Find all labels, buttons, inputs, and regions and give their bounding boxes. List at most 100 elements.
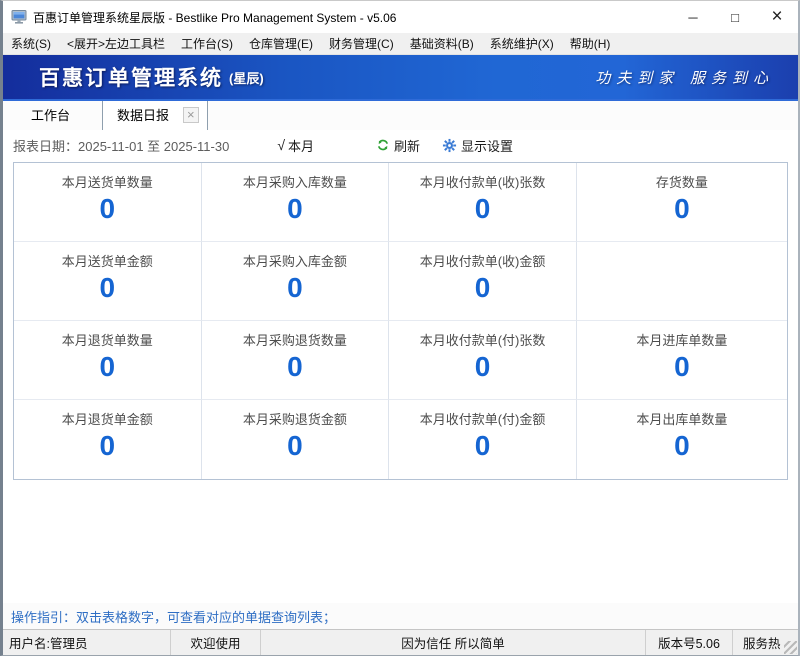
status-version: 版本号5.06 <box>646 630 733 655</box>
stat-label: 本月送货单数量 <box>62 172 153 191</box>
stat-value[interactable]: 0 <box>287 195 303 223</box>
report-date-label: 报表日期： <box>13 139 78 154</box>
tab-data-daily-report-label: 数据日报 <box>117 105 169 124</box>
status-service-label: 服务热 <box>743 633 781 652</box>
refresh-label: 刷新 <box>394 136 420 155</box>
menu-warehouse[interactable]: 仓库管理(E) <box>241 33 321 54</box>
hint-bar: 操作指引：双击表格数字，可查看对应的单据查询列表； <box>3 603 798 629</box>
banner-title: 百惠订单管理系统 <box>39 62 223 92</box>
content-spacer <box>3 480 798 603</box>
menu-basic-data[interactable]: 基础资料(B) <box>402 33 482 54</box>
stat-cell-purchase-in-count: 本月采购入库数量 0 <box>202 163 390 242</box>
gear-icon <box>442 138 457 153</box>
menu-finance[interactable]: 财务管理(C) <box>321 33 402 54</box>
menu-workbench[interactable]: 工作台(S) <box>173 33 241 54</box>
refresh-icon <box>376 138 390 152</box>
stat-cell-purchase-return-amount: 本月采购退货金额 0 <box>202 400 390 479</box>
stat-cell-return-count: 本月退货单数量 0 <box>14 321 202 400</box>
stats-grid: 本月送货单数量 0 本月采购入库数量 0 本月收付款单(收)张数 0 存货数量 0 本月… <box>13 162 788 480</box>
status-service: 服务热 <box>733 630 798 655</box>
stat-label: 本月进库单数量 <box>636 330 727 349</box>
banner-subtitle: (星辰) <box>229 68 264 87</box>
month-filter-label: 本月 <box>288 136 314 155</box>
month-filter-button[interactable]: √ 本月 <box>277 136 314 155</box>
resize-grip-icon[interactable] <box>784 641 797 654</box>
operation-hint: 操作指引：双击表格数字，可查看对应的单据查询列表； <box>11 607 336 626</box>
stat-cell-stock-out-count: 本月出库单数量 0 <box>577 400 787 479</box>
maximize-icon: □ <box>731 10 739 25</box>
stat-label: 本月退货单金额 <box>62 409 153 428</box>
stat-cell-inventory-count: 存货数量 0 <box>577 163 787 242</box>
status-welcome: 欢迎使用 <box>171 630 261 655</box>
display-settings-label: 显示设置 <box>461 136 513 155</box>
stat-label: 本月采购退货数量 <box>243 330 347 349</box>
stat-value[interactable]: 0 <box>287 274 303 302</box>
stat-label: 本月采购入库数量 <box>243 172 347 191</box>
stat-cell-payment-count: 本月收付款单(付)张数 0 <box>389 321 577 400</box>
window-title: 百惠订单管理系统星辰版 - Bestlike Pro Management Sy… <box>33 9 396 26</box>
stat-label: 本月收付款单(收)张数 <box>420 172 546 191</box>
status-motto: 因为信任 所以简单 <box>261 630 646 655</box>
stat-value[interactable]: 0 <box>287 353 303 381</box>
stat-value[interactable]: 0 <box>100 353 116 381</box>
tab-bar: 工作台 数据日报 × <box>3 101 798 130</box>
stat-cell-delivery-amount: 本月送货单金额 0 <box>14 242 202 321</box>
tab-workbench[interactable]: 工作台 <box>13 101 88 130</box>
stat-value[interactable]: 0 <box>475 274 491 302</box>
stat-label: 本月收付款单(收)金额 <box>420 251 546 270</box>
minimize-button[interactable]: ─ <box>672 1 714 33</box>
stat-value[interactable]: 0 <box>674 195 690 223</box>
menu-maintenance[interactable]: 系统维护(X) <box>482 33 562 54</box>
menu-bar: 系统(S) <展开>左边工具栏 工作台(S) 仓库管理(E) 财务管理(C) 基… <box>3 33 798 55</box>
stat-value[interactable]: 0 <box>100 432 116 460</box>
banner-slogan: 功夫到家 服务到心 <box>595 67 774 88</box>
stat-value[interactable]: 0 <box>475 432 491 460</box>
tab-data-daily-report[interactable]: 数据日报 × <box>102 100 208 130</box>
stat-label: 本月送货单金额 <box>62 251 153 270</box>
app-banner: 百惠订单管理系统 (星辰) 功夫到家 服务到心 <box>3 55 798 101</box>
report-date-value: 2025-11-01 至 2025-11-30 <box>78 139 229 154</box>
stat-value[interactable]: 0 <box>674 432 690 460</box>
status-bar: 用户名:管理员 欢迎使用 因为信任 所以简单 版本号5.06 服务热 <box>3 629 798 655</box>
maximize-button[interactable]: □ <box>714 1 756 33</box>
stat-cell-receipt-amount: 本月收付款单(收)金额 0 <box>389 242 577 321</box>
display-settings-button[interactable]: 显示设置 <box>442 136 513 155</box>
stat-cell-receipt-count: 本月收付款单(收)张数 0 <box>389 163 577 242</box>
close-button[interactable]: × <box>756 1 798 33</box>
stat-label: 存货数量 <box>656 172 708 191</box>
stat-value[interactable]: 0 <box>475 195 491 223</box>
app-icon <box>11 9 27 25</box>
stat-cell-empty <box>577 242 787 321</box>
menu-system[interactable]: 系统(S) <box>3 33 59 54</box>
stats-grid-wrap: 本月送货单数量 0 本月采购入库数量 0 本月收付款单(收)张数 0 存货数量 0 本月… <box>3 160 798 480</box>
menu-help[interactable]: 帮助(H) <box>562 33 619 54</box>
minimize-icon: ─ <box>688 10 697 25</box>
stat-value[interactable]: 0 <box>100 274 116 302</box>
refresh-button[interactable]: 刷新 <box>376 136 420 155</box>
close-icon: × <box>771 6 782 28</box>
stat-value[interactable]: 0 <box>287 432 303 460</box>
stat-label: 本月采购入库金额 <box>243 251 347 270</box>
app-window: 百惠订单管理系统星辰版 - Bestlike Pro Management Sy… <box>0 0 800 656</box>
report-toolbar: 报表日期：2025-11-01 至 2025-11-30 √ 本月 刷新 <box>3 130 798 160</box>
tab-close-icon[interactable]: × <box>183 107 199 123</box>
stat-cell-purchase-return-count: 本月采购退货数量 0 <box>202 321 390 400</box>
stat-value[interactable]: 0 <box>674 353 690 381</box>
stat-value[interactable]: 0 <box>475 353 491 381</box>
stat-cell-return-amount: 本月退货单金额 0 <box>14 400 202 479</box>
menu-expand-left-toolbar[interactable]: <展开>左边工具栏 <box>59 33 173 54</box>
stat-cell-stock-in-count: 本月进库单数量 0 <box>577 321 787 400</box>
stat-cell-purchase-in-amount: 本月采购入库金额 0 <box>202 242 390 321</box>
stat-label: 本月收付款单(付)张数 <box>420 330 546 349</box>
stat-label: 本月采购退货金额 <box>243 409 347 428</box>
window-controls: ─ □ × <box>672 1 798 33</box>
check-icon: √ <box>277 137 285 153</box>
title-bar: 百惠订单管理系统星辰版 - Bestlike Pro Management Sy… <box>3 1 798 33</box>
stat-label: 本月出库单数量 <box>636 409 727 428</box>
stat-cell-delivery-count: 本月送货单数量 0 <box>14 163 202 242</box>
stat-value[interactable]: 0 <box>100 195 116 223</box>
report-date-range: 报表日期：2025-11-01 至 2025-11-30 <box>13 136 229 155</box>
stat-label: 本月收付款单(付)金额 <box>420 409 546 428</box>
stat-label: 本月退货单数量 <box>62 330 153 349</box>
status-user: 用户名:管理员 <box>3 630 171 655</box>
